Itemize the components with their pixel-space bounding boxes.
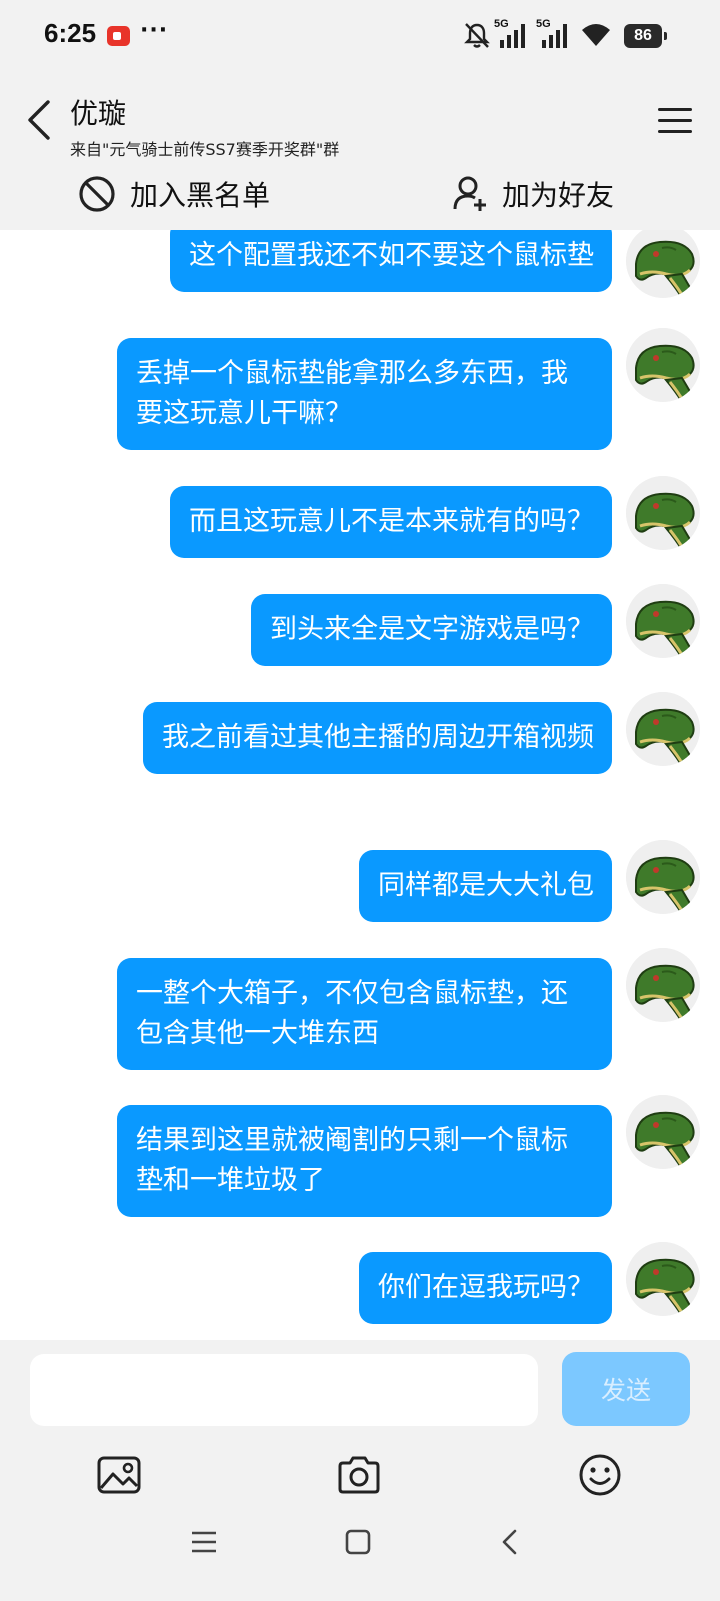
avatar[interactable] <box>626 328 700 402</box>
snake-avatar-icon <box>626 1095 700 1169</box>
emoji-icon[interactable] <box>577 1452 623 1498</box>
message-bubble[interactable]: 到头来全是文字游戏是吗？ <box>251 594 612 666</box>
status-icons: 5G 5G 86 <box>462 18 667 52</box>
message-input[interactable] <box>30 1354 538 1426</box>
more-notifications-icon: ··· <box>140 18 169 43</box>
snake-avatar-icon <box>626 230 700 298</box>
add-to-blacklist-button[interactable]: 加入黑名单 <box>78 172 270 216</box>
add-friend-label: 加为好友 <box>502 179 615 212</box>
snake-avatar-icon <box>626 328 700 402</box>
signal-type-label: 5G <box>536 18 551 30</box>
message-bubble[interactable]: 我之前看过其他主播的周边开箱视频 <box>143 702 612 774</box>
chat-screen: 6:25 ··· 5G 5G 86 优璇 来自"元气骑士前传SS7赛季开奖群"群… <box>0 0 720 1601</box>
add-user-icon <box>453 176 486 211</box>
message-list[interactable]: 这个配置我还不如不要这个鼠标垫 丢掉一个鼠标垫能拿那么多东西，我要这玩意儿干嘛？… <box>0 230 720 1340</box>
camera-icon[interactable] <box>336 1452 382 1498</box>
send-button[interactable]: 发送 <box>562 1352 690 1426</box>
snake-avatar-icon <box>626 1242 700 1316</box>
avatar[interactable] <box>626 948 700 1022</box>
status-time: 6:25 <box>44 18 97 48</box>
status-bar: 6:25 ··· 5G 5G 86 <box>0 0 720 72</box>
chat-header: 优璇 来自"元气骑士前传SS7赛季开奖群"群 加入黑名单 加为好友 <box>0 72 720 230</box>
wifi-icon <box>582 24 610 46</box>
message-bubble[interactable]: 你们在逗我玩吗？ <box>359 1252 612 1324</box>
message-bubble[interactable]: 同样都是大大礼包 <box>359 850 612 922</box>
avatar[interactable] <box>626 230 700 298</box>
battery-icon: 86 <box>624 24 667 48</box>
avatar[interactable] <box>626 584 700 658</box>
snake-avatar-icon <box>626 840 700 914</box>
message-bubble[interactable]: 一整个大箱子，不仅包含鼠标垫，还包含其他一大堆东西 <box>117 958 612 1070</box>
back-nav-icon[interactable] <box>496 1528 524 1556</box>
page-subtitle: 来自"元气骑士前传SS7赛季开奖群"群 <box>70 140 340 159</box>
mute-icon <box>464 23 490 48</box>
avatar[interactable] <box>626 692 700 766</box>
system-nav-bar <box>0 1500 720 1601</box>
avatar[interactable] <box>626 476 700 550</box>
menu-button[interactable] <box>658 106 692 136</box>
avatar[interactable] <box>626 1242 700 1316</box>
snake-avatar-icon <box>626 476 700 550</box>
menu-nav-icon[interactable] <box>190 1528 218 1556</box>
image-icon[interactable] <box>96 1452 142 1498</box>
screen-record-icon <box>107 26 130 46</box>
home-nav-icon[interactable] <box>344 1528 372 1556</box>
block-icon <box>79 176 115 212</box>
add-to-blacklist-label: 加入黑名单 <box>130 179 271 212</box>
add-friend-button[interactable]: 加为好友 <box>452 172 614 216</box>
signal-type-label: 5G <box>494 18 509 30</box>
snake-avatar-icon <box>626 584 700 658</box>
page-title: 优璇 <box>70 97 127 130</box>
message-bubble[interactable]: 这个配置我还不如不要这个鼠标垫 <box>170 230 612 292</box>
message-bubble[interactable]: 而且这玩意儿不是本来就有的吗？ <box>170 486 612 558</box>
snake-avatar-icon <box>626 948 700 1022</box>
message-bubble[interactable]: 结果到这里就被阉割的只剩一个鼠标垫和一堆垃圾了 <box>117 1105 612 1217</box>
back-button[interactable] <box>22 98 58 142</box>
avatar[interactable] <box>626 1095 700 1169</box>
avatar[interactable] <box>626 840 700 914</box>
snake-avatar-icon <box>626 692 700 766</box>
message-bubble[interactable]: 丢掉一个鼠标垫能拿那么多东西，我要这玩意儿干嘛？ <box>117 338 612 450</box>
